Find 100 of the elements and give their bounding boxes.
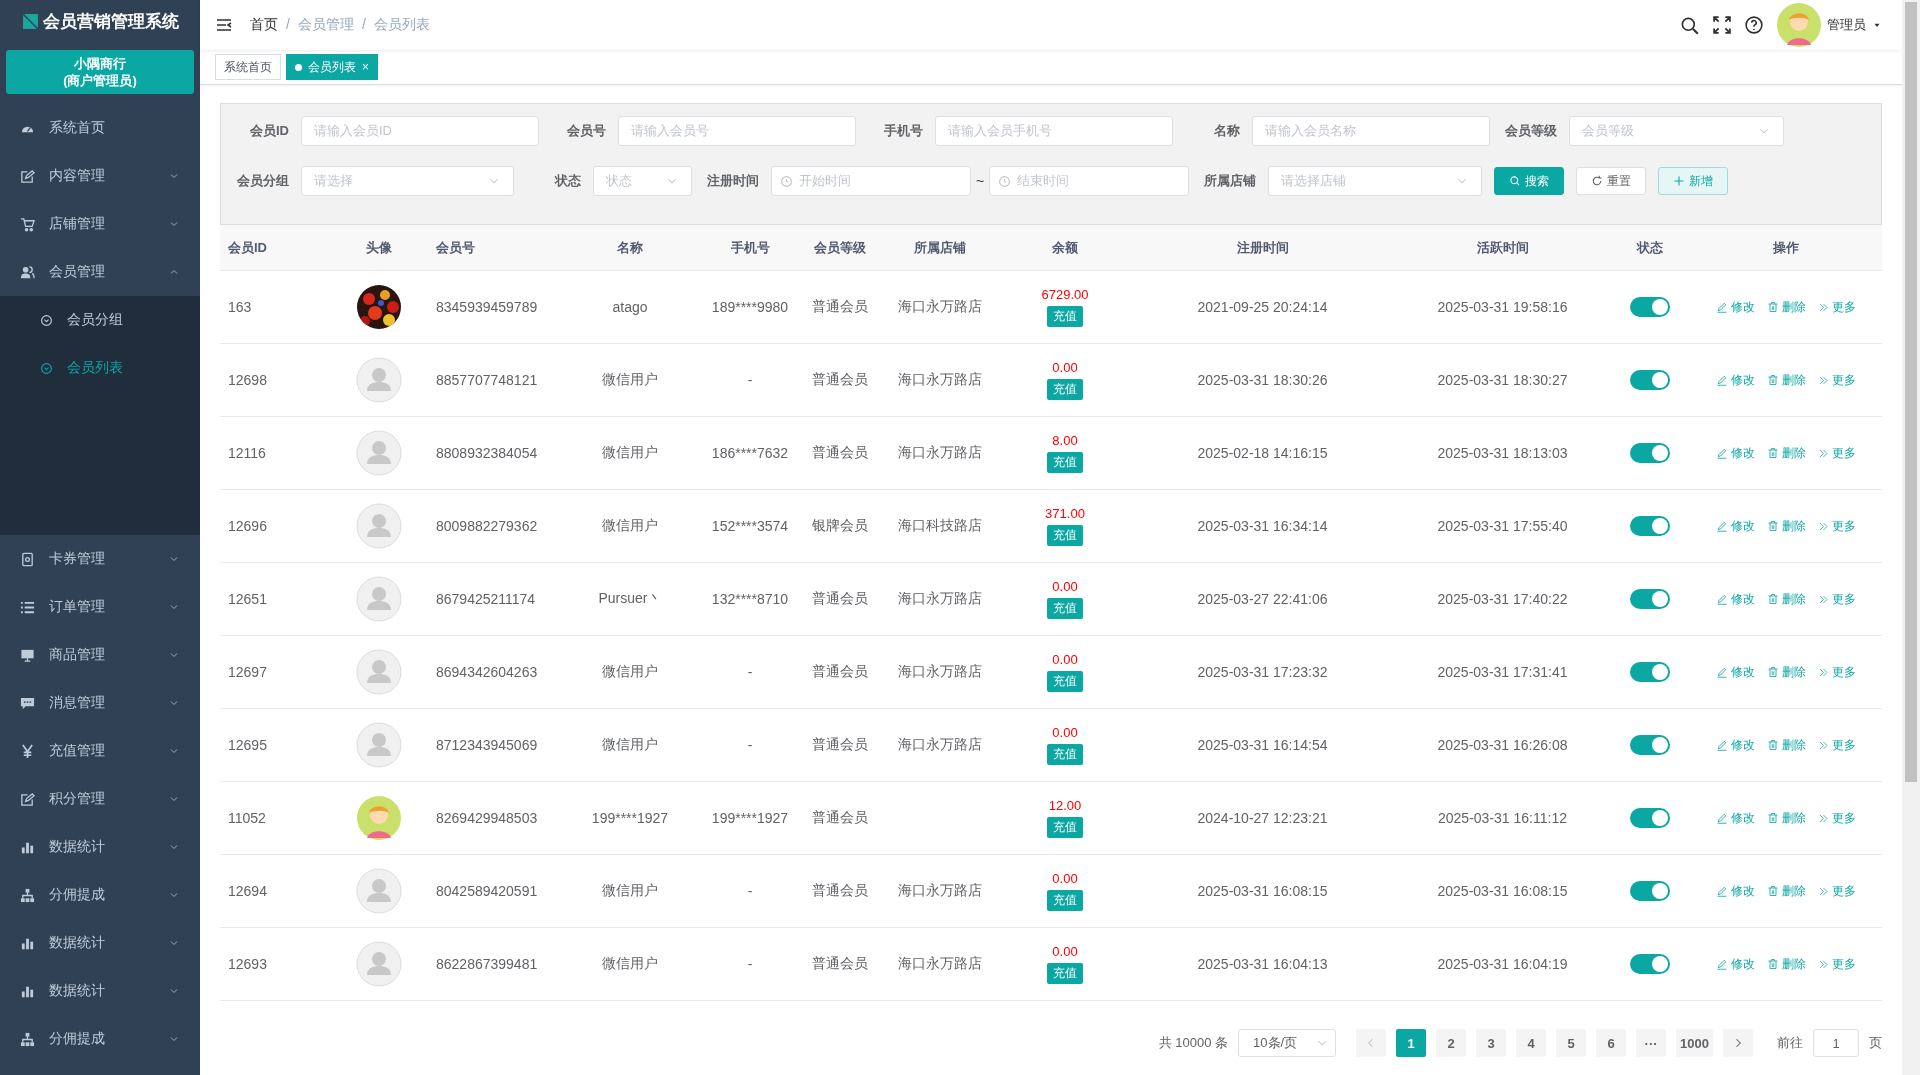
sidebar-item[interactable]: 卡券管理 [0, 535, 200, 583]
recharge-button[interactable]: 充值 [1047, 452, 1083, 473]
action-link[interactable]: 修改 [1716, 444, 1755, 462]
recharge-button[interactable]: 充值 [1047, 306, 1083, 327]
status-toggle[interactable] [1630, 954, 1670, 974]
action-link[interactable]: 修改 [1716, 371, 1755, 389]
page-tab[interactable]: 会员列表 × [286, 54, 378, 80]
recharge-button[interactable]: 充值 [1047, 525, 1083, 546]
sidebar-item[interactable]: 会员管理 [0, 248, 200, 296]
action-link[interactable]: 更多 [1818, 736, 1856, 754]
action-link[interactable]: 更多 [1818, 809, 1856, 827]
date-field[interactable]: 开始时间 [771, 166, 971, 196]
sidebar-item[interactable]: 数据统计 [0, 919, 200, 967]
sidebar-item[interactable]: 分佣提成 [0, 1015, 200, 1063]
action-link[interactable]: 更多 [1818, 444, 1856, 462]
action-link[interactable]: 更多 [1818, 590, 1856, 608]
sidebar-item[interactable]: 内容管理 [0, 152, 200, 200]
status-toggle[interactable] [1630, 516, 1670, 536]
action-link[interactable]: 更多 [1818, 882, 1856, 900]
sidebar-item[interactable]: 数据统计 [0, 967, 200, 1015]
action-link[interactable]: 修改 [1716, 590, 1755, 608]
sidebar-subitem[interactable]: 会员分组 [0, 296, 200, 344]
status-toggle[interactable] [1630, 370, 1670, 390]
sidebar-item[interactable]: 订单管理 [0, 583, 200, 631]
recharge-button[interactable]: 充值 [1047, 890, 1083, 911]
reset-button[interactable]: 重置 [1576, 167, 1647, 195]
page-button[interactable]: 6 [1596, 1029, 1627, 1057]
action-link[interactable]: 修改 [1716, 955, 1755, 973]
status-toggle[interactable] [1630, 808, 1670, 828]
select-field[interactable]: 请选择店铺 [1268, 166, 1483, 196]
sidebar-item[interactable]: 消息管理 [0, 679, 200, 727]
search-button[interactable]: 搜索 [1494, 167, 1565, 195]
recharge-button[interactable]: 充值 [1047, 817, 1083, 838]
action-link[interactable]: 修改 [1716, 882, 1755, 900]
select-field[interactable]: 状态 [593, 166, 692, 196]
page-button[interactable]: 1 [1396, 1029, 1427, 1057]
sidebar-item[interactable]: 系统首页 [0, 104, 200, 152]
action-link[interactable]: 删除 [1767, 809, 1806, 827]
status-toggle[interactable] [1630, 881, 1670, 901]
action-link[interactable]: 修改 [1716, 809, 1755, 827]
scrollbar[interactable] [1902, 0, 1920, 1075]
page-button[interactable]: ··· [1636, 1029, 1667, 1057]
action-link[interactable]: 更多 [1818, 663, 1856, 681]
breadcrumb-link[interactable]: 会员管理 [297, 16, 354, 34]
sidebar-item[interactable]: 分佣提成 [0, 871, 200, 919]
action-link[interactable]: 更多 [1818, 517, 1856, 535]
close-icon[interactable]: × [362, 60, 369, 74]
user-name[interactable]: 管理员 [1827, 16, 1866, 34]
sidebar-item[interactable]: 数据统计 [0, 823, 200, 871]
action-link[interactable]: 删除 [1767, 444, 1806, 462]
status-toggle[interactable] [1630, 297, 1670, 317]
status-toggle[interactable] [1630, 443, 1670, 463]
status-toggle[interactable] [1630, 735, 1670, 755]
recharge-button[interactable]: 充值 [1047, 963, 1083, 984]
action-link[interactable]: 修改 [1716, 663, 1755, 681]
table-cell: 海口永万路店 [880, 344, 1000, 417]
action-link[interactable]: 更多 [1818, 955, 1856, 973]
action-link[interactable]: 更多 [1818, 298, 1856, 316]
page-button[interactable]: 2 [1436, 1029, 1467, 1057]
action-link[interactable]: 删除 [1767, 371, 1806, 389]
status-toggle[interactable] [1630, 662, 1670, 682]
action-link[interactable]: 删除 [1767, 663, 1806, 681]
search-icon [1509, 175, 1522, 187]
action-link[interactable]: 更多 [1818, 371, 1856, 389]
sidebar-item[interactable]: 店铺管理 [0, 200, 200, 248]
sidebar-subitem[interactable]: 会员列表 [0, 344, 200, 392]
page-button[interactable]: 5 [1556, 1029, 1587, 1057]
select-field[interactable]: 会员等级 [1569, 116, 1784, 146]
action-link[interactable]: 删除 [1767, 298, 1806, 316]
action-link[interactable]: 修改 [1716, 736, 1755, 754]
recharge-button[interactable]: 充值 [1047, 379, 1083, 400]
breadcrumb-link[interactable]: 会员列表 [373, 16, 430, 34]
action-link[interactable]: 删除 [1767, 517, 1806, 535]
action-link[interactable]: 修改 [1716, 517, 1755, 535]
sidebar-item[interactable]: 充值管理 [0, 727, 200, 775]
breadcrumb-link[interactable]: 首页 [250, 16, 278, 34]
recharge-button[interactable]: 充值 [1047, 671, 1083, 692]
page-input[interactable]: 1 [1813, 1029, 1859, 1057]
page-size-select[interactable]: 10条/页 [1238, 1029, 1337, 1057]
page-button[interactable]: 3 [1476, 1029, 1507, 1057]
date-field[interactable]: 结束时间 [989, 166, 1190, 196]
page-button[interactable]: 1000 [1676, 1029, 1713, 1057]
page-button[interactable]: 4 [1516, 1029, 1547, 1057]
input-field[interactable]: 请输入会员手机号 [935, 116, 1173, 146]
recharge-button[interactable]: 充值 [1047, 598, 1083, 619]
status-toggle[interactable] [1630, 589, 1670, 609]
add-button[interactable]: 新增 [1658, 167, 1729, 195]
page-tab[interactable]: 系统首页 [215, 54, 281, 80]
action-link[interactable]: 删除 [1767, 882, 1806, 900]
sidebar-item[interactable]: 商品管理 [0, 631, 200, 679]
input-field[interactable]: 请输入会员名称 [1252, 116, 1490, 146]
input-field[interactable]: 请输入会员ID [301, 116, 539, 146]
action-link[interactable]: 删除 [1767, 736, 1806, 754]
recharge-button[interactable]: 充值 [1047, 744, 1083, 765]
input-field[interactable]: 请输入会员号 [618, 116, 856, 146]
action-link[interactable]: 删除 [1767, 955, 1806, 973]
select-field[interactable]: 请选择 [301, 166, 514, 196]
sidebar-item[interactable]: 积分管理 [0, 775, 200, 823]
action-link[interactable]: 修改 [1716, 298, 1755, 316]
action-link[interactable]: 删除 [1767, 590, 1806, 608]
